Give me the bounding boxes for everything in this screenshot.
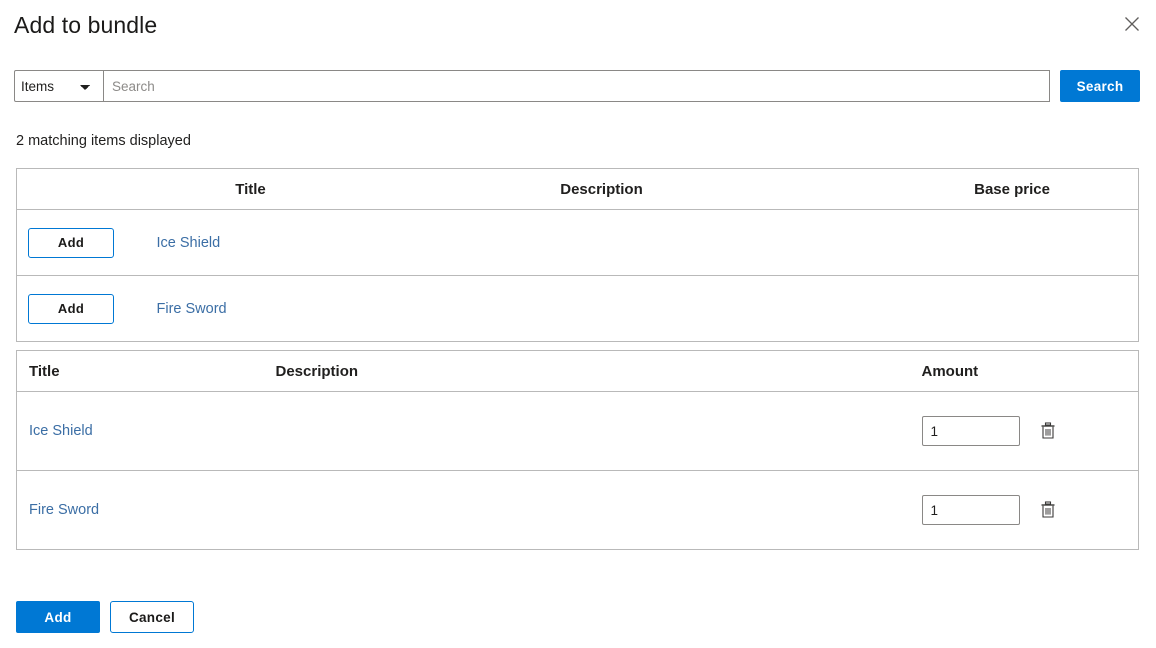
item-title-link[interactable]: Ice Shield bbox=[157, 235, 221, 251]
selected-row-amount bbox=[901, 470, 1139, 550]
cancel-button[interactable]: Cancel bbox=[110, 601, 194, 633]
dialog-header: Add to bundle bbox=[0, 0, 1156, 50]
add-item-button[interactable]: Add bbox=[28, 227, 114, 258]
table-row: Add Fire Sword bbox=[16, 275, 1139, 342]
dialog-footer: Add Cancel bbox=[16, 601, 194, 633]
item-title-link[interactable]: Fire Sword bbox=[157, 301, 227, 317]
selected-row-title: Fire Sword bbox=[16, 470, 252, 550]
results-row-base-price bbox=[846, 275, 1139, 342]
search-bar: Items Search bbox=[14, 70, 1140, 102]
results-row-action: Add bbox=[16, 275, 145, 342]
item-title-link[interactable]: Fire Sword bbox=[29, 502, 99, 518]
table-row: Fire Sword bbox=[16, 470, 1139, 550]
add-to-bundle-dialog: Add to bundle Items Search 2 matching it… bbox=[0, 0, 1156, 648]
delete-row-button[interactable] bbox=[1037, 499, 1059, 521]
results-row-description bbox=[356, 209, 847, 276]
search-type-select[interactable]: Items bbox=[14, 70, 104, 102]
selected-row-title: Ice Shield bbox=[16, 391, 252, 471]
results-table-head: Title Description Base price bbox=[16, 168, 1139, 210]
results-row-action: Add bbox=[16, 209, 145, 276]
results-header-description: Description bbox=[356, 168, 847, 210]
amount-control-group bbox=[921, 416, 1127, 446]
results-header-base-price: Base price bbox=[846, 168, 1139, 210]
search-results-table: Title Description Base price Add Ice Shi… bbox=[16, 168, 1139, 342]
results-header-title: Title bbox=[144, 168, 357, 210]
selected-header-amount: Amount bbox=[901, 350, 1139, 392]
results-header-action bbox=[16, 168, 145, 210]
results-row-title: Ice Shield bbox=[144, 209, 357, 276]
selected-header-title: Title bbox=[16, 350, 252, 392]
results-row-description bbox=[356, 275, 847, 342]
page-title: Add to bundle bbox=[14, 12, 158, 38]
selected-items-table: Title Description Amount Ice Shield 1 Fi… bbox=[16, 350, 1139, 550]
results-header-row: Title Description Base price bbox=[16, 168, 1139, 210]
result-count-label: 2 matching items displayed bbox=[16, 133, 191, 149]
results-row-base-price bbox=[846, 209, 1139, 276]
search-button[interactable]: Search bbox=[1060, 70, 1140, 102]
submit-add-button[interactable]: Add bbox=[16, 601, 100, 633]
close-icon bbox=[1124, 16, 1140, 32]
amount-input[interactable] bbox=[921, 416, 1020, 446]
selected-row-description bbox=[251, 391, 902, 471]
amount-control-group bbox=[921, 495, 1127, 525]
results-row-title: Fire Sword bbox=[144, 275, 357, 342]
item-title-link[interactable]: Ice Shield bbox=[29, 423, 93, 439]
selected-table-body: Ice Shield 1 Fire Sword 1 bbox=[16, 391, 1139, 550]
amount-input[interactable] bbox=[921, 495, 1020, 525]
delete-row-button[interactable] bbox=[1037, 420, 1059, 442]
results-table-body: Add Ice Shield Add Fire Sword bbox=[16, 209, 1139, 342]
selected-row-amount bbox=[901, 391, 1139, 471]
trash-icon bbox=[1040, 422, 1056, 440]
search-input[interactable] bbox=[104, 70, 1050, 102]
selected-header-row: Title Description Amount bbox=[16, 350, 1139, 392]
close-button[interactable] bbox=[1118, 10, 1146, 38]
table-row: Add Ice Shield bbox=[16, 209, 1139, 276]
selected-table-head: Title Description Amount bbox=[16, 350, 1139, 392]
table-row: Ice Shield bbox=[16, 391, 1139, 471]
add-item-button[interactable]: Add bbox=[28, 293, 114, 324]
trash-icon bbox=[1040, 501, 1056, 519]
selected-header-description: Description bbox=[251, 350, 902, 392]
selected-row-description bbox=[251, 470, 902, 550]
